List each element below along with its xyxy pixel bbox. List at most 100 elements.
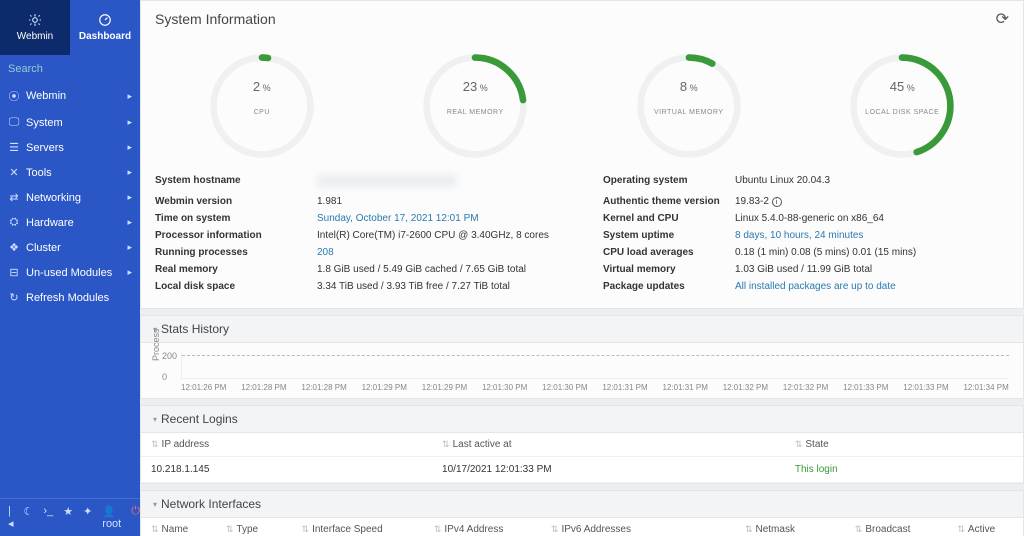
nav-icon: ⦿ bbox=[8, 88, 20, 104]
search-input[interactable] bbox=[8, 63, 150, 75]
moon-icon[interactable]: ☾ bbox=[24, 505, 34, 530]
stats-x-tick: 12:01:30 PM bbox=[482, 383, 527, 392]
v-load: 0.18 (1 min) 0.08 (5 mins) 0.01 (15 mins… bbox=[735, 247, 1009, 258]
sort-icon: ⇅ bbox=[226, 524, 234, 534]
v-time[interactable]: Sunday, October 17, 2021 12:01 PM bbox=[317, 213, 591, 224]
v-disk: 3.34 TiB used / 3.93 TiB free / 7.27 TiB… bbox=[317, 281, 591, 292]
stats-x-tick: 12:01:33 PM bbox=[843, 383, 888, 392]
logins-col-ip[interactable]: ⇅IP address bbox=[141, 433, 432, 457]
tab-webmin[interactable]: Webmin bbox=[0, 0, 70, 55]
search-row: ⌕ bbox=[0, 55, 140, 82]
table-row: 10.218.1.145 10/17/2021 12:01:33 PM This… bbox=[141, 457, 1023, 483]
toggle-sidebar-icon[interactable]: |◂ bbox=[8, 505, 14, 530]
sidebar-item-system[interactable]: 🖵System▸ bbox=[0, 110, 140, 135]
k-uptime: System uptime bbox=[603, 230, 723, 241]
sort-icon: ⇅ bbox=[855, 524, 863, 534]
nav-label: System bbox=[26, 117, 121, 129]
sidebar-item-refresh-modules[interactable]: ↻ Refresh Modules bbox=[0, 285, 140, 310]
v-os: Ubuntu Linux 20.04.3 bbox=[735, 175, 1009, 190]
login-last: 10/17/2021 12:01:33 PM bbox=[432, 457, 785, 483]
sidebar-item-un-used-modules[interactable]: ⊟Un-used Modules▸ bbox=[0, 260, 140, 285]
login-state: This login bbox=[785, 457, 1023, 483]
ifaces-table: ⇅Name ⇅Type ⇅Interface Speed ⇅IPv4 Addre… bbox=[141, 518, 1023, 536]
sort-icon: ⇅ bbox=[151, 524, 159, 534]
gauge-label: REAL MEMORY bbox=[420, 109, 530, 116]
sidebar-item-webmin[interactable]: ⦿Webmin▸ bbox=[0, 82, 140, 110]
nav-icon: ☰ bbox=[8, 141, 20, 154]
v-running[interactable]: 208 bbox=[317, 247, 591, 258]
ifaces-col-mask[interactable]: ⇅Netmask bbox=[735, 518, 845, 536]
ifaces-table-wrap: ⇅Name ⇅Type ⇅Interface Speed ⇅IPv4 Addre… bbox=[140, 518, 1024, 536]
gauge-local-disk-space: 45 %LOCAL DISK SPACE bbox=[796, 51, 1010, 161]
sidebar-item-cluster[interactable]: ❖Cluster▸ bbox=[0, 235, 140, 260]
marker-icon[interactable]: ✦ bbox=[83, 505, 92, 530]
ifaces-col-type[interactable]: ⇅Type bbox=[216, 518, 292, 536]
stats-x-tick: 12:01:34 PM bbox=[963, 383, 1008, 392]
logins-header[interactable]: ▾Recent Logins bbox=[140, 405, 1024, 433]
k-time: Time on system bbox=[155, 213, 305, 224]
info-icon[interactable]: i bbox=[772, 197, 782, 207]
nav-icon: ⊟ bbox=[8, 266, 20, 279]
logins-col-last[interactable]: ⇅Last active at bbox=[432, 433, 785, 457]
stats-area: Process 200 0 12:01:26 PM12:01:28 PM12:0… bbox=[140, 343, 1024, 399]
nav-label: Networking bbox=[26, 192, 121, 204]
k-os: Operating system bbox=[603, 175, 723, 190]
ifaces-col-name[interactable]: ⇅Name bbox=[141, 518, 216, 536]
logins-table-wrap: ⇅IP address ⇅Last active at ⇅State 10.21… bbox=[140, 433, 1024, 484]
stats-ylabel: Process bbox=[151, 328, 161, 361]
login-ip: 10.218.1.145 bbox=[141, 457, 432, 483]
logins-table: ⇅IP address ⇅Last active at ⇅State 10.21… bbox=[141, 433, 1023, 483]
content: System Information ⟳ 2 %CPU23 %REAL MEMO… bbox=[140, 0, 1024, 536]
nav-label: Refresh Modules bbox=[26, 292, 132, 304]
ifaces-col-v4[interactable]: ⇅IPv4 Address bbox=[424, 518, 541, 536]
stats-y0: 0 bbox=[162, 372, 167, 382]
logout-icon[interactable]: ⏻ bbox=[131, 505, 140, 530]
ifaces-col-bcast[interactable]: ⇅Broadcast bbox=[845, 518, 948, 536]
info-grid: System hostname Operating system Ubuntu … bbox=[141, 161, 1023, 308]
gauge-label: LOCAL DISK SPACE bbox=[847, 109, 957, 116]
stats-x-axis: 12:01:26 PM12:01:28 PM12:01:28 PM12:01:2… bbox=[181, 379, 1009, 392]
ifaces-col-active[interactable]: ⇅Active bbox=[947, 518, 1023, 536]
v-webminv: 1.981 bbox=[317, 196, 591, 207]
nav-label: Hardware bbox=[26, 217, 121, 229]
ifaces-col-v6[interactable]: ⇅IPv6 Addresses bbox=[541, 518, 735, 536]
stats-x-tick: 12:01:30 PM bbox=[542, 383, 587, 392]
sort-icon: ⇅ bbox=[745, 524, 753, 534]
v-virtmem: 1.03 GiB used / 11.99 GiB total bbox=[735, 264, 1009, 275]
sidebar-item-servers[interactable]: ☰ Servers ▸ bbox=[0, 135, 140, 160]
ifaces-col-speed[interactable]: ⇅Interface Speed bbox=[292, 518, 424, 536]
star-icon[interactable]: ★ bbox=[63, 505, 73, 530]
nav-label: Tools bbox=[26, 167, 121, 179]
logins-col-state[interactable]: ⇅State bbox=[785, 433, 1023, 457]
sort-icon: ⇅ bbox=[957, 524, 965, 534]
app-root: Webmin Dashboard ⌕ ⦿Webmin▸🖵System▸☰Serv… bbox=[0, 0, 1024, 536]
nav-icon: ↻ bbox=[8, 291, 20, 304]
nav-icon: ✕ bbox=[8, 166, 20, 179]
sort-icon: ⇅ bbox=[302, 524, 310, 534]
sidebar-item-tools[interactable]: ✕Tools▸ bbox=[0, 160, 140, 185]
tab-dashboard[interactable]: Dashboard bbox=[70, 0, 140, 55]
v-hostname bbox=[317, 175, 591, 190]
nav-icon: ⛭ bbox=[8, 216, 20, 229]
sidebar-item-networking[interactable]: ⇄Networking▸ bbox=[0, 185, 140, 210]
v-pkg[interactable]: All installed packages are up to date bbox=[735, 281, 1009, 292]
chevron-right-icon: ▸ bbox=[127, 117, 132, 128]
stats-header[interactable]: ▾Stats History bbox=[140, 315, 1024, 343]
chevron-right-icon: ▸ bbox=[127, 142, 132, 153]
refresh-icon[interactable]: ⟳ bbox=[996, 9, 1009, 29]
k-proc: Processor information bbox=[155, 230, 305, 241]
terminal-icon[interactable]: ›_ bbox=[43, 505, 53, 530]
gauge-virtual-memory: 8 %VIRTUAL MEMORY bbox=[582, 51, 796, 161]
sidebar-item-hardware[interactable]: ⛭Hardware▸ bbox=[0, 210, 140, 235]
sort-icon: ⇅ bbox=[551, 524, 559, 534]
user-icon[interactable]: 👤 root bbox=[102, 505, 121, 530]
nav-icon: ❖ bbox=[8, 241, 20, 254]
nav-label: Servers bbox=[26, 142, 121, 154]
v-uptime[interactable]: 8 days, 10 hours, 24 minutes bbox=[735, 230, 1009, 241]
stats-x-tick: 12:01:31 PM bbox=[602, 383, 647, 392]
gauge-value: 8 % bbox=[634, 79, 744, 94]
stats-dashline bbox=[182, 355, 1009, 356]
nav-label: Un-used Modules bbox=[26, 267, 121, 279]
caret-down-icon: ▾ bbox=[153, 500, 157, 509]
ifaces-header[interactable]: ▾Network Interfaces bbox=[140, 490, 1024, 518]
